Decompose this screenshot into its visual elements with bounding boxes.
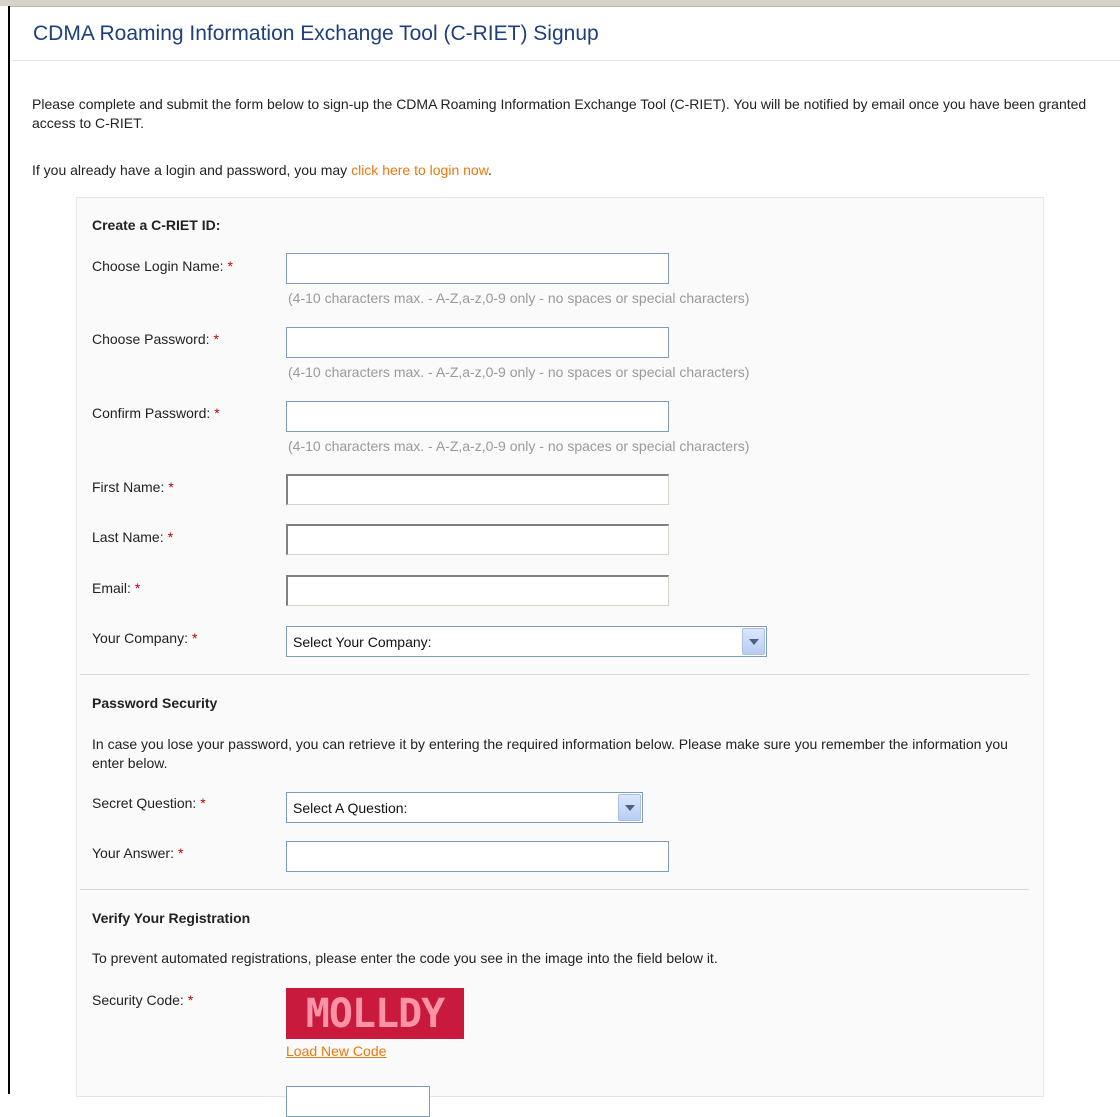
load-new-code-link[interactable]: Load New Code	[286, 1043, 386, 1059]
password-security-heading: Password Security	[92, 695, 218, 711]
confirm-password-input[interactable]	[286, 401, 669, 432]
password-label-text: Choose Password:	[92, 331, 210, 347]
confirm-password-label-text: Confirm Password:	[92, 405, 211, 421]
company-select-value: Select Your Company:	[293, 634, 432, 650]
login-prompt-text: If you already have a login and password…	[32, 162, 352, 178]
email-label: Email: *	[92, 580, 140, 596]
security-code-input[interactable]	[286, 1086, 430, 1117]
secret-question-label-text: Secret Question:	[92, 795, 197, 811]
answer-label-text: Your Answer:	[92, 845, 174, 861]
secret-question-select[interactable]: Select A Question:	[286, 792, 643, 823]
password-security-description: In case you lose your password, you can …	[92, 736, 1008, 771]
login-name-label: Choose Login Name: *	[92, 258, 233, 274]
login-name-label-text: Choose Login Name:	[92, 258, 224, 274]
first-name-label-text: First Name:	[92, 479, 165, 495]
email-input[interactable]	[286, 575, 669, 606]
login-prompt: If you already have a login and password…	[32, 162, 492, 178]
email-label-text: Email:	[92, 580, 131, 596]
chevron-down-icon[interactable]	[742, 628, 765, 655]
confirm-password-hint: (4-10 characters max. - A-Z,a-z,0-9 only…	[288, 438, 750, 454]
section-divider	[80, 674, 1029, 675]
verify-description: To prevent automated registrations, plea…	[92, 950, 718, 966]
secret-question-select-value: Select A Question:	[293, 800, 408, 816]
last-name-input[interactable]	[286, 524, 669, 555]
security-code-label-text: Security Code:	[92, 992, 184, 1008]
password-input[interactable]	[286, 327, 669, 358]
password-hint: (4-10 characters max. - A-Z,a-z,0-9 only…	[288, 364, 750, 380]
captcha-image: MOLLDY	[286, 988, 464, 1039]
company-label-text: Your Company:	[92, 630, 188, 646]
browser-top-edge	[0, 0, 1120, 7]
window-left-border	[0, 6, 10, 1094]
create-id-heading: Create a C-RIET ID:	[92, 217, 221, 233]
required-marker: *	[213, 331, 219, 347]
required-marker: *	[200, 795, 206, 811]
verify-heading: Verify Your Registration	[92, 910, 251, 926]
required-marker: *	[134, 580, 141, 596]
required-marker: *	[227, 258, 233, 274]
first-name-label: First Name: *	[92, 479, 174, 495]
answer-input[interactable]	[286, 841, 669, 872]
password-label: Choose Password: *	[92, 331, 219, 347]
answer-label: Your Answer: *	[92, 845, 183, 861]
chevron-down-icon[interactable]	[618, 794, 641, 821]
required-marker: *	[168, 479, 174, 495]
last-name-label-text: Last Name:	[92, 529, 164, 545]
intro-text: Please complete and submit the form belo…	[32, 96, 1087, 131]
security-code-label: Security Code: *	[92, 992, 193, 1008]
required-marker: *	[167, 529, 174, 545]
login-name-hint: (4-10 characters max. - A-Z,a-z,0-9 only…	[288, 290, 750, 306]
required-marker: *	[214, 405, 220, 421]
login-prompt-end: .	[488, 162, 492, 178]
section-divider	[80, 889, 1029, 890]
title-divider	[12, 60, 1120, 61]
required-marker: *	[177, 845, 184, 861]
secret-question-label: Secret Question: *	[92, 795, 206, 811]
required-marker: *	[191, 630, 198, 646]
required-marker: *	[187, 992, 194, 1008]
last-name-label: Last Name: *	[92, 529, 173, 545]
login-link[interactable]: click here to login now	[351, 162, 488, 178]
page-title: CDMA Roaming Information Exchange Tool (…	[33, 22, 599, 45]
company-label: Your Company: *	[92, 630, 197, 646]
first-name-input[interactable]	[286, 474, 669, 505]
company-select[interactable]: Select Your Company:	[286, 626, 767, 657]
confirm-password-label: Confirm Password: *	[92, 405, 220, 421]
login-name-input[interactable]	[286, 253, 669, 284]
